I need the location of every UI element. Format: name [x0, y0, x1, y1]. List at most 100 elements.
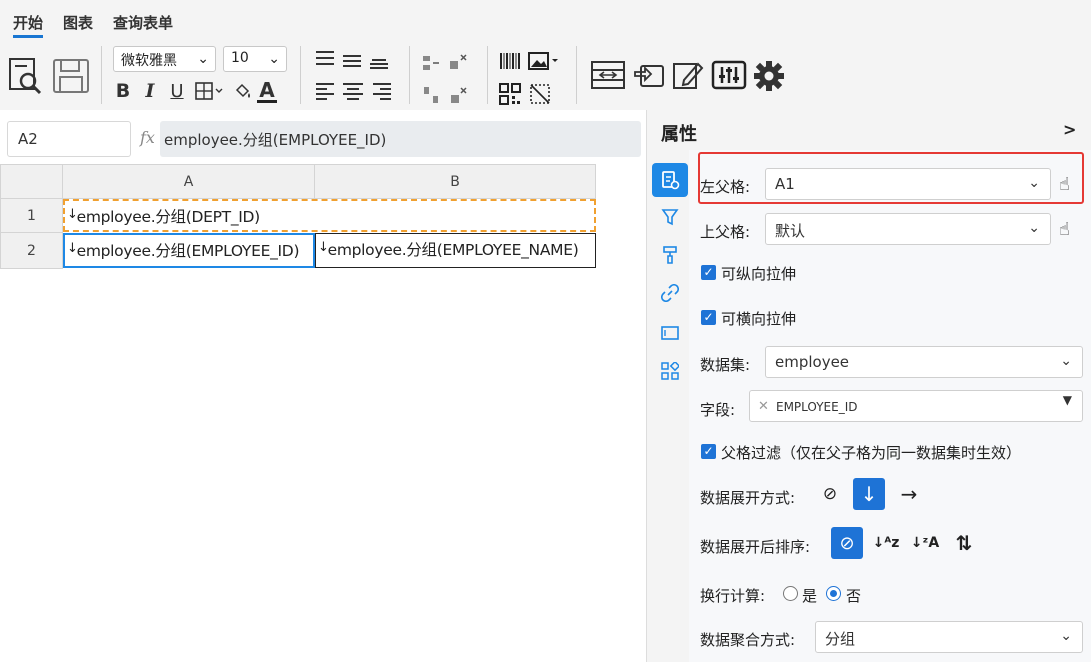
field-tag: EMPLOYEE_ID	[776, 400, 858, 414]
image-icon[interactable]	[527, 50, 561, 72]
dataset-icon[interactable]	[632, 58, 668, 92]
delete-column-icon[interactable]	[447, 84, 469, 106]
expand-down-icon: ↓	[67, 241, 78, 256]
fx-icon: fx	[140, 128, 155, 147]
parent-filter-label: 父格过滤（仅在父子格为同一数据集时生效）	[721, 444, 1022, 462]
formula-input[interactable]: employee.分组(EMPLOYEE_ID)	[160, 121, 641, 157]
sort-descending-icon[interactable]: ↓ᶻA	[909, 527, 941, 559]
underline-button[interactable]: U	[168, 80, 186, 102]
expand-down-icon[interactable]: ↓	[853, 478, 885, 510]
tab-query-form[interactable]: 查询表单	[113, 12, 173, 33]
font-size-select[interactable]: 10 ⌄	[223, 46, 287, 72]
parent-filter-checkbox[interactable]: ✓	[701, 444, 716, 459]
save-icon[interactable]	[50, 54, 92, 98]
align-middle-icon[interactable]	[341, 50, 363, 70]
toolbar: 微软雅黑 ⌄ 10 ⌄ B I U A	[0, 40, 1091, 110]
spreadsheet-grid: A B 1 2 ↓employee.分组(DEPT_ID) ↓employee.…	[0, 164, 646, 662]
bold-button[interactable]: B	[113, 80, 133, 102]
wrap-yes-radio[interactable]	[783, 586, 798, 601]
cell-a1[interactable]: ↓employee.分组(DEPT_ID)	[63, 199, 596, 232]
align-bottom-icon[interactable]	[368, 52, 390, 72]
insert-row-icon[interactable]	[420, 52, 442, 74]
merge-icon[interactable]	[589, 58, 627, 92]
tab-chart[interactable]: 图表	[63, 12, 93, 33]
fill-color-icon[interactable]	[232, 80, 254, 102]
dataset-value: employee	[775, 353, 850, 371]
column-header-a[interactable]: A	[62, 164, 315, 199]
top-parent-label: 上父格:	[700, 223, 751, 241]
row-header-2[interactable]: 2	[0, 232, 63, 269]
barcode-icon[interactable]	[498, 50, 522, 72]
row-header-1[interactable]: 1	[0, 198, 63, 233]
expand-mode-label: 数据展开方式:	[700, 489, 796, 507]
cell-box-icon[interactable]	[652, 316, 688, 350]
chevron-down-icon: ⌄	[1060, 628, 1072, 644]
filter-icon[interactable]	[652, 200, 688, 234]
aggregate-label: 数据聚合方式:	[700, 631, 796, 649]
menu-bar: 开始 图表 查询表单	[0, 0, 1091, 40]
wrap-no-label: 否	[846, 587, 862, 605]
cell-a1-text: employee.分组(DEPT_ID)	[76, 208, 261, 226]
panel-side-tabs	[647, 160, 689, 662]
sort-ascending-icon[interactable]: ↓ᴬz	[870, 527, 902, 559]
chevron-down-icon: ⌄	[1028, 220, 1040, 236]
vertical-stretch-label: 可纵向拉伸	[721, 265, 797, 283]
link-icon[interactable]	[652, 276, 688, 310]
cell-reference-box[interactable]: A2	[7, 121, 131, 157]
wrap-no-radio[interactable]	[826, 586, 841, 601]
field-select[interactable]: ✕ EMPLOYEE_ID ▼	[749, 390, 1083, 422]
align-right-icon[interactable]	[371, 80, 393, 102]
aggregate-value: 分组	[825, 630, 856, 648]
align-top-icon[interactable]	[314, 48, 336, 68]
align-left-icon[interactable]	[314, 80, 336, 102]
preview-icon[interactable]	[6, 54, 46, 98]
chevron-down-icon: ⌄	[268, 51, 280, 67]
text-color-button[interactable]: A	[257, 78, 277, 103]
italic-button[interactable]: I	[141, 80, 159, 102]
top-parent-select[interactable]: 默认 ⌄	[765, 213, 1051, 245]
edit-icon[interactable]	[670, 58, 706, 92]
sort-custom-icon[interactable]: ⇅	[948, 527, 980, 559]
dataset-select[interactable]: employee ⌄	[765, 346, 1083, 378]
slash-icon[interactable]	[528, 82, 552, 106]
qrcode-icon[interactable]	[498, 82, 522, 106]
grid-corner[interactable]	[0, 164, 63, 199]
collapse-panel-button[interactable]: >	[1063, 120, 1076, 139]
field-label: 字段:	[700, 401, 736, 419]
caret-down-icon: ▼	[1062, 393, 1072, 407]
sort-none-icon[interactable]: ⊘	[831, 527, 863, 559]
delete-row-icon[interactable]	[447, 52, 469, 74]
aggregate-select[interactable]: 分组 ⌄	[815, 621, 1083, 653]
cell-a2[interactable]: ↓employee.分组(EMPLOYEE_ID)	[63, 233, 315, 268]
chevron-down-icon: ⌄	[197, 51, 209, 67]
border-icon[interactable]	[193, 80, 225, 102]
format-brush-icon[interactable]	[652, 238, 688, 272]
expand-right-icon[interactable]: →	[893, 478, 925, 510]
horizontal-stretch-label: 可横向拉伸	[721, 310, 797, 328]
pick-cell-hand-icon[interactable]: ☝	[1059, 219, 1070, 240]
settings-sliders-icon[interactable]	[710, 58, 748, 92]
cell-b2[interactable]: ↓employee.分组(EMPLOYEE_NAME)	[315, 233, 596, 268]
font-family-select[interactable]: 微软雅黑 ⌄	[113, 46, 216, 72]
components-icon[interactable]	[652, 354, 688, 388]
expand-down-icon: ↓	[67, 207, 78, 222]
highlight-box	[698, 152, 1084, 204]
wrap-yes-label: 是	[802, 587, 818, 605]
font-family-value: 微软雅黑	[121, 53, 177, 69]
cell-properties-icon[interactable]	[652, 163, 688, 197]
font-size-value: 10	[231, 50, 249, 66]
cell-a2-text: employee.分组(EMPLOYEE_ID)	[76, 242, 300, 260]
remove-tag-icon[interactable]: ✕	[758, 399, 769, 414]
horizontal-stretch-checkbox[interactable]: ✓	[701, 310, 716, 325]
align-center-icon[interactable]	[341, 80, 365, 102]
expand-down-icon: ↓	[318, 240, 329, 255]
gear-icon[interactable]	[751, 58, 787, 94]
expand-none-icon[interactable]: ⊘	[814, 478, 846, 510]
vertical-stretch-checkbox[interactable]: ✓	[701, 265, 716, 280]
panel-title: 属性	[661, 124, 697, 145]
tab-start[interactable]: 开始	[13, 12, 44, 38]
column-header-b[interactable]: B	[314, 164, 596, 199]
wrap-calc-label: 换行计算:	[700, 587, 766, 605]
properties-form: 左父格: A1 ⌄ ☝ 上父格: 默认 ⌄ ☝ ✓ 可纵向拉伸 ✓ 可横向拉伸 …	[689, 150, 1091, 662]
insert-column-icon[interactable]	[420, 84, 442, 106]
